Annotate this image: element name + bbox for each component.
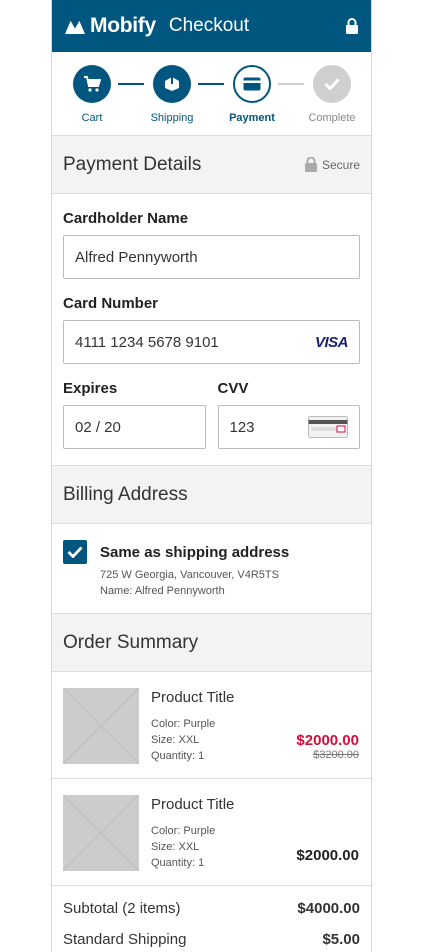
- image-placeholder-icon: [62, 794, 140, 872]
- product-price: $2000.00: [296, 847, 359, 864]
- lock-icon: [346, 18, 358, 34]
- app-header: Mobify Checkout: [52, 0, 371, 52]
- order-summary-header: Order Summary: [52, 614, 371, 672]
- original-price: $3200.00: [313, 749, 359, 761]
- step-cart[interactable]: Cart: [52, 65, 132, 124]
- payment-details-header: Payment Details Secure: [52, 136, 371, 194]
- secure-indicator: Secure: [304, 157, 360, 172]
- subtotal-label: Subtotal (2 items): [63, 900, 181, 917]
- billing-name-line: Name: Alfred Pennyworth: [100, 585, 225, 597]
- step-shipping-circle: [153, 65, 191, 103]
- product-color: Color: Purple: [151, 718, 216, 730]
- billing-same-as-shipping[interactable]: Same as shipping address 725 W Georgia, …: [52, 524, 371, 614]
- visa-icon: VISA: [314, 333, 349, 351]
- card-icon: [243, 77, 261, 91]
- step-shipping[interactable]: Shipping: [132, 65, 212, 124]
- same-as-shipping-checkbox[interactable]: [63, 540, 87, 564]
- cardholder-label: Cardholder Name: [63, 210, 189, 227]
- checkmark-icon: [67, 546, 83, 558]
- expires-value: 02 / 20: [75, 418, 121, 436]
- cardholder-name-field[interactable]: Alfred Pennyworth: [63, 235, 360, 279]
- card-back-icon: [308, 416, 348, 438]
- order-item: Product Title Color: Purple Size: XXL Qu…: [52, 779, 371, 886]
- same-as-shipping-label: Same as shipping address: [100, 544, 290, 561]
- product-title[interactable]: Product Title: [151, 796, 360, 813]
- expires-label: Expires: [63, 380, 118, 397]
- cart-icon: [84, 76, 101, 92]
- card-number-field[interactable]: 4111 1234 5678 9101 VISA: [63, 320, 360, 364]
- card-number-label: Card Number: [63, 295, 159, 312]
- cardholder-name-value: Alfred Pennyworth: [75, 248, 198, 266]
- brand-name: Mobify: [90, 14, 156, 37]
- page-title: Checkout: [168, 15, 250, 36]
- step-cart-circle: [73, 65, 111, 103]
- lock-icon: [304, 157, 317, 172]
- check-icon: [324, 78, 340, 90]
- secure-label: Secure: [321, 157, 360, 172]
- step-complete[interactable]: Complete: [292, 65, 371, 124]
- product-price: $2000.00 $3200.00: [296, 732, 359, 761]
- order-totals: Subtotal (2 items) $4000.00 Standard Shi…: [52, 886, 371, 952]
- cvv-label: CVV: [217, 380, 249, 397]
- cvv-field[interactable]: 123: [217, 405, 360, 449]
- step-cart-label: Cart: [81, 112, 103, 124]
- box-icon: [165, 77, 179, 91]
- step-complete-label: Complete: [308, 112, 356, 124]
- shipping-label: Standard Shipping: [63, 931, 187, 948]
- product-image[interactable]: [62, 794, 140, 872]
- card-number-value: 4111 1234 5678 9101: [75, 333, 219, 351]
- image-placeholder-icon: [62, 687, 140, 765]
- billing-address-header: Billing Address: [52, 466, 371, 524]
- expires-field[interactable]: 02 / 20: [63, 405, 206, 449]
- step-complete-circle: [313, 65, 351, 103]
- brand-logo[interactable]: Mobify: [64, 14, 156, 38]
- sale-price: $2000.00: [296, 732, 359, 749]
- payment-details-heading: Payment Details: [63, 153, 202, 175]
- step-payment[interactable]: Payment: [212, 65, 292, 124]
- product-title[interactable]: Product Title: [151, 689, 360, 706]
- payment-form: Cardholder Name Alfred Pennyworth Card N…: [52, 194, 371, 466]
- item-price: $2000.00: [296, 847, 359, 864]
- billing-address-heading: Billing Address: [63, 483, 188, 505]
- order-item: Product Title Color: Purple Size: XXL Qu…: [52, 672, 371, 779]
- mobify-logo-icon: [65, 19, 85, 34]
- subtotal-row: Subtotal (2 items) $4000.00: [63, 900, 360, 917]
- order-summary-heading: Order Summary: [63, 631, 199, 653]
- shipping-value: $5.00: [322, 931, 360, 948]
- step-shipping-label: Shipping: [150, 112, 194, 124]
- step-payment-label: Payment: [229, 112, 275, 124]
- product-image[interactable]: [62, 687, 140, 765]
- product-color: Color: Purple: [151, 825, 216, 837]
- subtotal-value: $4000.00: [297, 900, 360, 917]
- checkout-progress: Cart Shipping Payment Complete: [52, 52, 371, 136]
- shipping-row: Standard Shipping $5.00: [63, 931, 360, 948]
- step-payment-circle: [233, 65, 271, 103]
- billing-address-line: 725 W Georgia, Vancouver, V4R5TS: [100, 569, 279, 581]
- checkout-app: Mobify Checkout Cart Shipping Payment Co…: [51, 0, 372, 952]
- cvv-value: 123: [229, 418, 255, 436]
